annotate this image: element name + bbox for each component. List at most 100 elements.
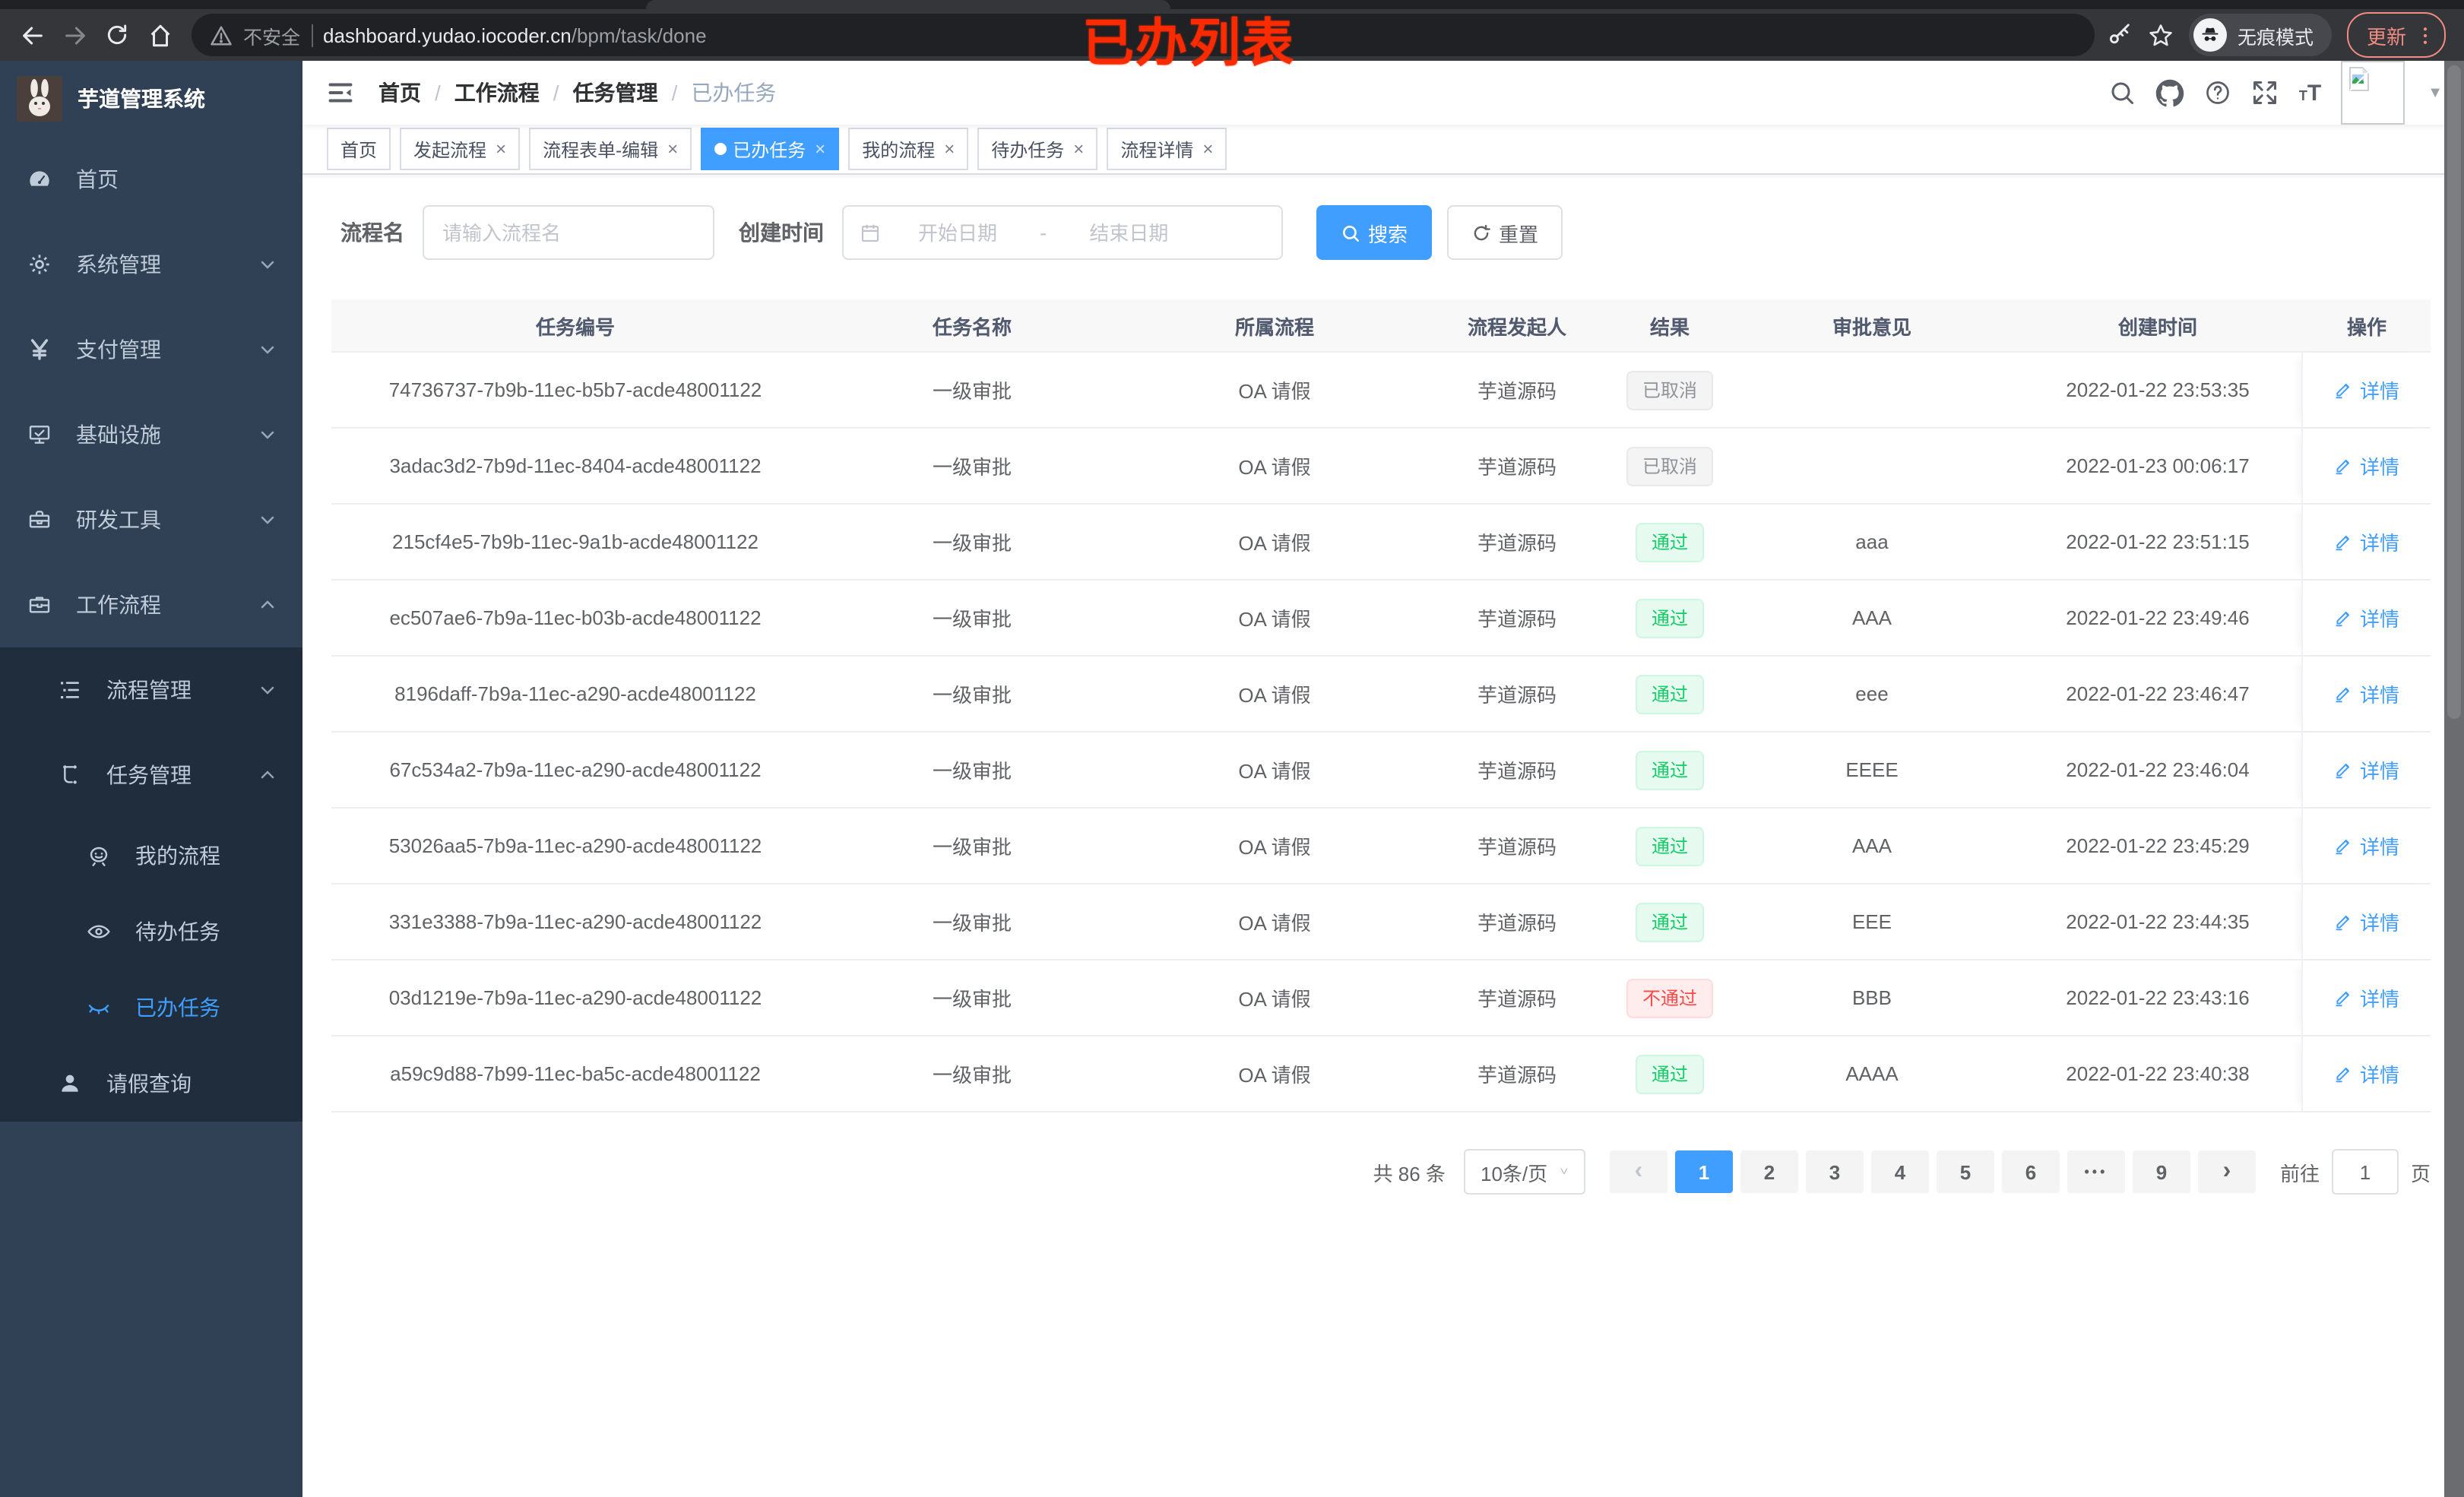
detail-link[interactable]: 详情 xyxy=(2334,983,2399,1012)
sidebar-item-done-tasks[interactable]: 已办任务 xyxy=(0,970,302,1046)
flow-icon xyxy=(58,763,82,787)
breadcrumb-task-mgmt[interactable]: 任务管理 xyxy=(573,78,658,108)
cell-result: 已取消 xyxy=(1610,446,1730,486)
close-icon[interactable]: × xyxy=(1073,140,1084,158)
page-buttons: 1 2 3 4 5 6 ••• 9 xyxy=(1674,1150,2190,1193)
detail-link[interactable]: 详情 xyxy=(2334,527,2399,556)
page-button[interactable]: 5 xyxy=(1936,1150,1994,1193)
update-button[interactable]: 更新 xyxy=(2346,12,2446,58)
page-button[interactable]: 1 xyxy=(1674,1150,1733,1193)
cell-created: 2022-01-22 23:45:29 xyxy=(2066,834,2250,857)
cell-task-name: 一级审批 xyxy=(932,1064,1012,1087)
sidebar-item-devtools[interactable]: 研发工具 xyxy=(0,477,302,562)
page-button[interactable]: 9 xyxy=(2132,1150,2190,1193)
scrollbar-thumb[interactable] xyxy=(2447,65,2461,719)
goto-page-input[interactable] xyxy=(2331,1149,2399,1195)
page-button[interactable]: 4 xyxy=(1870,1150,1929,1193)
detail-link[interactable]: 详情 xyxy=(2334,1059,2399,1088)
incognito-badge[interactable]: 无痕模式 xyxy=(2188,14,2332,56)
sidebar-item-infra[interactable]: 基础设施 xyxy=(0,392,302,477)
sidebar-item-label: 系统管理 xyxy=(76,252,161,277)
star-icon[interactable] xyxy=(2148,22,2174,48)
fullscreen-icon[interactable] xyxy=(2252,79,2279,106)
view-tab[interactable]: 首页 × xyxy=(327,128,391,170)
github-icon[interactable] xyxy=(2156,78,2185,107)
page-scrollbar[interactable] xyxy=(2444,61,2464,1497)
cell-task-name: 一级审批 xyxy=(932,760,1012,783)
cell-starter: 芋道源码 xyxy=(1477,988,1557,1011)
cell-starter: 芋道源码 xyxy=(1477,684,1557,707)
font-size-icon[interactable]: TT xyxy=(2299,80,2321,106)
process-name-input[interactable] xyxy=(424,221,713,244)
help-icon[interactable] xyxy=(2205,79,2232,106)
sidebar-item-home[interactable]: 首页 xyxy=(0,137,302,222)
sidebar-item-my-process[interactable]: 我的流程 xyxy=(0,818,302,894)
prev-page-button[interactable]: ‹ xyxy=(1609,1150,1667,1193)
detail-link[interactable]: 详情 xyxy=(2334,755,2399,784)
page-url[interactable]: dashboard.yudao.iocoder.cn/bpm/task/done xyxy=(323,24,707,46)
chevron-down-icon[interactable]: ▼ xyxy=(2428,84,2443,101)
cell-opinion: AAA xyxy=(1851,606,1892,629)
close-icon[interactable]: × xyxy=(815,140,825,158)
view-tab[interactable]: 流程详情 × xyxy=(1107,128,1227,170)
close-icon[interactable]: × xyxy=(667,140,678,158)
chevron-down-icon xyxy=(258,511,277,529)
insecure-label[interactable]: 不安全 xyxy=(243,21,300,49)
home-icon[interactable] xyxy=(140,15,179,55)
close-icon[interactable]: × xyxy=(944,140,955,158)
view-tab[interactable]: 待办任务 × xyxy=(977,128,1098,170)
next-page-button[interactable]: › xyxy=(2197,1150,2256,1193)
view-tab[interactable]: 发起流程 × xyxy=(400,128,521,170)
hamburger-icon[interactable] xyxy=(327,79,354,106)
page-button[interactable]: 2 xyxy=(1740,1150,1798,1193)
close-icon[interactable]: × xyxy=(496,140,506,158)
sidebar-item-label: 我的流程 xyxy=(135,843,220,868)
end-date-input[interactable] xyxy=(1056,221,1202,244)
detail-link[interactable]: 详情 xyxy=(2334,679,2399,708)
search-button[interactable]: 搜索 xyxy=(1316,205,1433,260)
avatar[interactable] xyxy=(2341,61,2405,125)
reload-icon[interactable] xyxy=(97,15,137,55)
table-body: 74736737-7b9b-11ec-b5b7-acde48001122 一级审… xyxy=(331,353,2431,1112)
start-date-input[interactable] xyxy=(885,221,1031,244)
detail-link[interactable]: 详情 xyxy=(2334,375,2399,404)
back-icon[interactable] xyxy=(12,15,52,55)
reset-button[interactable]: 重置 xyxy=(1447,205,1563,260)
page-size-select[interactable]: 10条/页 ˅ xyxy=(1463,1149,1585,1195)
page-button[interactable]: 3 xyxy=(1805,1150,1864,1193)
cell-process: OA 请假 xyxy=(1238,836,1311,859)
detail-link[interactable]: 详情 xyxy=(2334,831,2399,860)
view-tab[interactable]: 已办任务 × xyxy=(701,128,840,170)
sidebar-item-system[interactable]: 系统管理 xyxy=(0,222,302,307)
robot-icon xyxy=(87,843,111,868)
cell-process: OA 请假 xyxy=(1238,380,1311,403)
detail-link[interactable]: 详情 xyxy=(2334,603,2399,632)
close-icon[interactable]: × xyxy=(1202,140,1213,158)
search-icon[interactable] xyxy=(2109,79,2136,106)
sidebar-item-task-mgmt[interactable]: 任务管理 xyxy=(0,733,302,818)
page-button[interactable]: ••• xyxy=(2067,1150,2125,1193)
sidebar-item-todo-tasks[interactable]: 待办任务 xyxy=(0,894,302,970)
sidebar-item-payment[interactable]: 支付管理 xyxy=(0,307,302,392)
sidebar-item-leave-query[interactable]: 请假查询 xyxy=(0,1046,302,1122)
cell-created: 2022-01-22 23:40:38 xyxy=(2066,1062,2250,1085)
cell-actions: 详情 xyxy=(2301,353,2431,427)
view-tab[interactable]: 流程表单-编辑 × xyxy=(529,128,692,170)
cell-process: OA 请假 xyxy=(1238,1064,1311,1087)
page-button[interactable]: 6 xyxy=(2001,1150,2060,1193)
breadcrumb-home[interactable]: 首页 xyxy=(378,78,421,108)
table-row: ec507ae6-7b9a-11ec-b03b-acde48001122 一级审… xyxy=(331,581,2431,657)
sidebar-item-workflow[interactable]: 工作流程 xyxy=(0,562,302,647)
detail-link[interactable]: 详情 xyxy=(2334,451,2399,480)
sidebar-item-process-mgmt[interactable]: 流程管理 xyxy=(0,647,302,733)
date-range-picker[interactable]: - xyxy=(842,205,1283,260)
view-tab[interactable]: 我的流程 × xyxy=(848,128,969,170)
detail-link[interactable]: 详情 xyxy=(2334,907,2399,936)
cell-opinion: aaa xyxy=(1855,530,1889,553)
forward-icon[interactable] xyxy=(55,15,94,55)
done-task-table: 任务编号 任务名称 所属流程 流程发起人 结果 审批意见 创建时间 操作 747… xyxy=(331,299,2431,1112)
cell-task-id: 215cf4e5-7b9b-11ec-9a1b-acde48001122 xyxy=(392,530,759,553)
sidebar-item-label: 研发工具 xyxy=(76,508,161,532)
key-icon[interactable] xyxy=(2107,22,2133,48)
breadcrumb-workflow[interactable]: 工作流程 xyxy=(454,78,540,108)
